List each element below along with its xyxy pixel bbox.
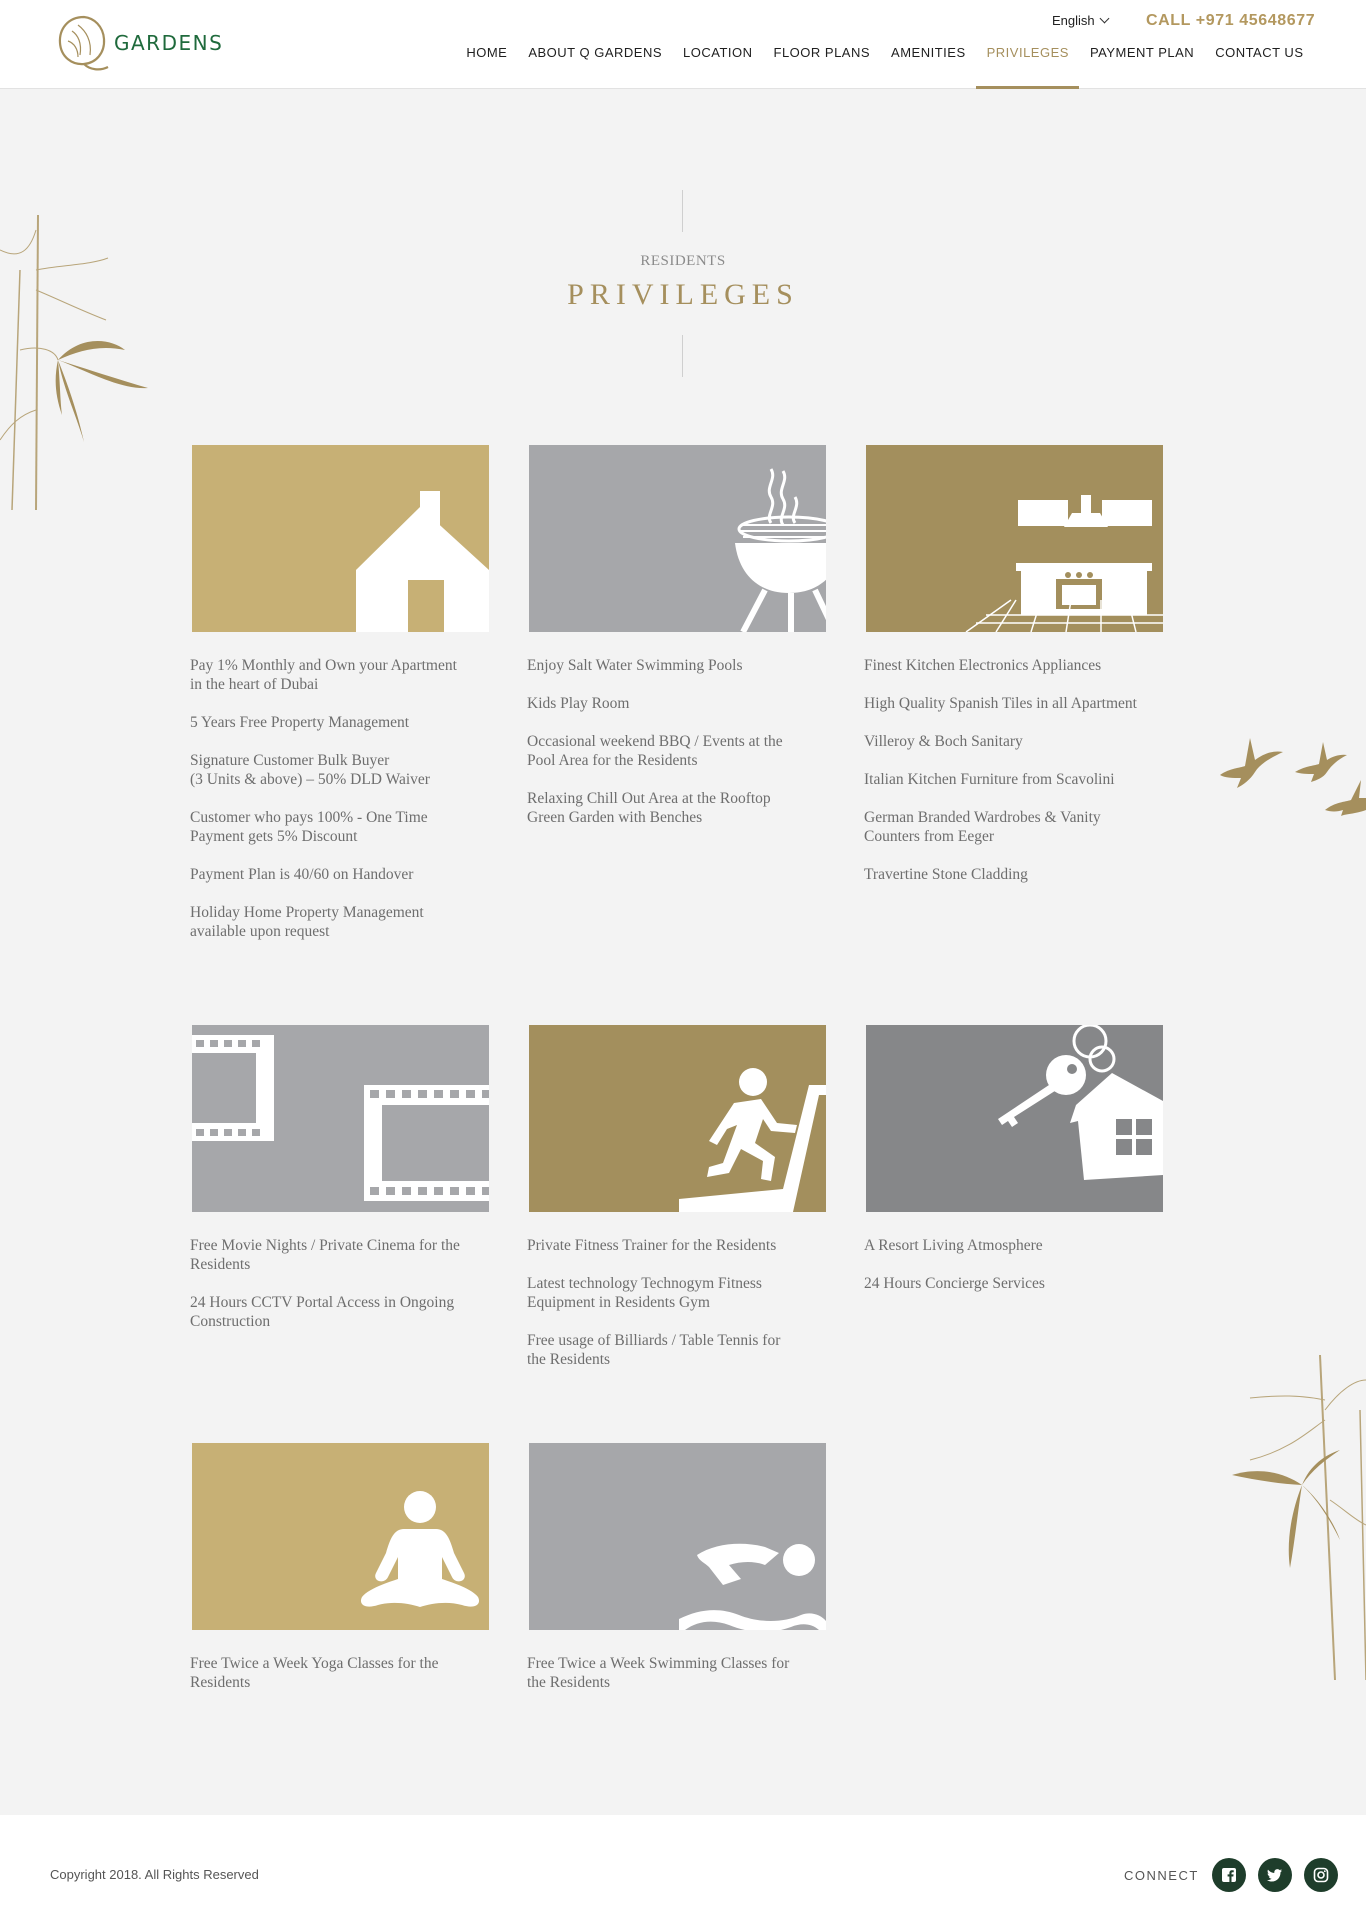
list-item: Free Movie Nights / Private Cinema for t… (190, 1237, 460, 1273)
section-subtitle: RESIDENTS (640, 253, 726, 269)
section-title: PRIVILEGES (567, 278, 799, 311)
privilege-card: Pay 1% Monthly and Own your Apartment in… (190, 445, 490, 960)
nav-about[interactable]: ABOUT Q GARDENS (518, 45, 673, 89)
privilege-tile (529, 1025, 826, 1212)
privilege-card: Free Twice a Week Swimming Classes for t… (527, 1443, 827, 1711)
twitter-button[interactable] (1258, 1858, 1292, 1892)
main-nav: HOME ABOUT Q GARDENS LOCATION FLOOR PLAN… (456, 45, 1314, 89)
list-item: Free usage of Billiards / Table Tennis f… (527, 1332, 781, 1368)
list-item: Kids Play Room (527, 695, 630, 712)
list-item: A Resort Living Atmosphere (864, 1237, 1043, 1254)
list-item: Holiday Home Property Management availab… (190, 904, 424, 940)
list-item: 24 Hours Concierge Services (864, 1275, 1045, 1292)
list-item: Pay 1% Monthly and Own your Apartment in… (190, 657, 457, 693)
list-item: Customer who pays 100% - One Time Paymen… (190, 809, 428, 845)
treadmill-runner-icon (679, 1068, 826, 1212)
nav-payment-plan[interactable]: PAYMENT PLAN (1079, 45, 1204, 89)
privilege-card: Free Movie Nights / Private Cinema for t… (190, 1025, 490, 1350)
nav-location[interactable]: LOCATION (673, 45, 764, 89)
list-item: Travertine Stone Cladding (864, 866, 1028, 883)
twitter-icon (1267, 1869, 1282, 1882)
house-keys-icon (998, 1025, 1163, 1180)
site-footer: Copyright 2018. All Rights Reserved CONN… (0, 1815, 1366, 1930)
list-item: 24 Hours CCTV Portal Access in Ongoing C… (190, 1294, 455, 1330)
list-item: Signature Customer Bulk Buyer (3 Units &… (190, 752, 430, 788)
nav-amenities[interactable]: AMENITIES (881, 45, 977, 89)
logo-text: GARDENS (114, 31, 224, 55)
privilege-card: Free Twice a Week Yoga Classes for the R… (190, 1443, 490, 1711)
nav-home[interactable]: HOME (456, 45, 518, 89)
bbq-grill-icon (735, 468, 826, 632)
house-icon (356, 491, 489, 632)
instagram-icon (1313, 1867, 1329, 1883)
swimmer-icon (679, 1543, 826, 1630)
privilege-card: Enjoy Salt Water Swimming Pools Kids Pla… (527, 445, 827, 846)
privilege-list: Private Fitness Trainer for the Resident… (527, 1236, 827, 1369)
privilege-list: Free Twice a Week Yoga Classes for the R… (190, 1654, 490, 1692)
logo[interactable]: GARDENS (54, 11, 223, 71)
list-item: Italian Kitchen Furniture from Scavolini (864, 771, 1115, 788)
connect-label: CONNECT (1124, 1868, 1199, 1883)
nav-contact[interactable]: CONTACT US (1205, 45, 1314, 89)
instagram-button[interactable] (1304, 1858, 1338, 1892)
list-item: Relaxing Chill Out Area at the Rooftop G… (527, 790, 771, 826)
list-item: Free Twice a Week Swimming Classes for t… (527, 1655, 790, 1691)
facebook-icon (1222, 1868, 1236, 1882)
facebook-button[interactable] (1212, 1858, 1246, 1892)
birds-decoration (1220, 738, 1366, 816)
yoga-icon (360, 1491, 480, 1607)
bamboo-right-decoration (1232, 1354, 1366, 1680)
privilege-card: Finest Kitchen Electronics Appliances Hi… (864, 445, 1164, 903)
privilege-tile (192, 1443, 489, 1630)
list-item: Free Twice a Week Yoga Classes for the R… (190, 1655, 439, 1691)
privilege-list: Finest Kitchen Electronics Appliances Hi… (864, 656, 1164, 884)
list-item: Finest Kitchen Electronics Appliances (864, 657, 1102, 674)
list-item: High Quality Spanish Tiles in all Apartm… (864, 695, 1137, 712)
list-item: Villeroy & Boch Sanitary (864, 733, 1023, 750)
privilege-list: Pay 1% Monthly and Own your Apartment in… (190, 656, 490, 941)
list-item: Occasional weekend BBQ / Events at the P… (527, 733, 783, 769)
language-label: English (1052, 13, 1095, 28)
privilege-list: Free Movie Nights / Private Cinema for t… (190, 1236, 490, 1331)
film-reel-icon (192, 1035, 489, 1201)
list-item: Private Fitness Trainer for the Resident… (527, 1237, 777, 1254)
list-item: 5 Years Free Property Management (190, 714, 410, 731)
list-item: Payment Plan is 40/60 on Handover (190, 866, 414, 883)
site-header: GARDENS English CALL +971 45648677 HOME … (0, 0, 1366, 89)
chevron-down-icon (1099, 13, 1110, 24)
privilege-tile (866, 1025, 1163, 1212)
divider-top (682, 190, 683, 232)
language-selector[interactable]: English (1052, 13, 1110, 28)
list-item: Latest technology Technogym Fitness Equi… (527, 1275, 762, 1311)
kitchen-icon (965, 495, 1163, 632)
nav-privileges[interactable]: PRIVILEGES (976, 45, 1080, 89)
privilege-tile (192, 445, 489, 632)
privilege-tile (529, 445, 826, 632)
list-item: Enjoy Salt Water Swimming Pools (527, 657, 743, 674)
nav-floor-plans[interactable]: FLOOR PLANS (763, 45, 881, 89)
privilege-card: A Resort Living Atmosphere 24 Hours Conc… (864, 1025, 1164, 1312)
q-logo-icon (58, 15, 109, 71)
list-item: German Branded Wardrobes & Vanity Counte… (864, 809, 1101, 845)
privilege-card: Private Fitness Trainer for the Resident… (527, 1025, 827, 1388)
privilege-list: A Resort Living Atmosphere 24 Hours Conc… (864, 1236, 1164, 1293)
privilege-tile (866, 445, 1163, 632)
call-link[interactable]: CALL +971 45648677 (1146, 12, 1315, 30)
privilege-list: Enjoy Salt Water Swimming Pools Kids Pla… (527, 656, 827, 827)
divider-bottom (682, 335, 683, 377)
privilege-tile (192, 1025, 489, 1212)
privilege-list: Free Twice a Week Swimming Classes for t… (527, 1654, 827, 1692)
privilege-tile (529, 1443, 826, 1630)
copyright-text: Copyright 2018. All Rights Reserved (50, 1867, 259, 1882)
